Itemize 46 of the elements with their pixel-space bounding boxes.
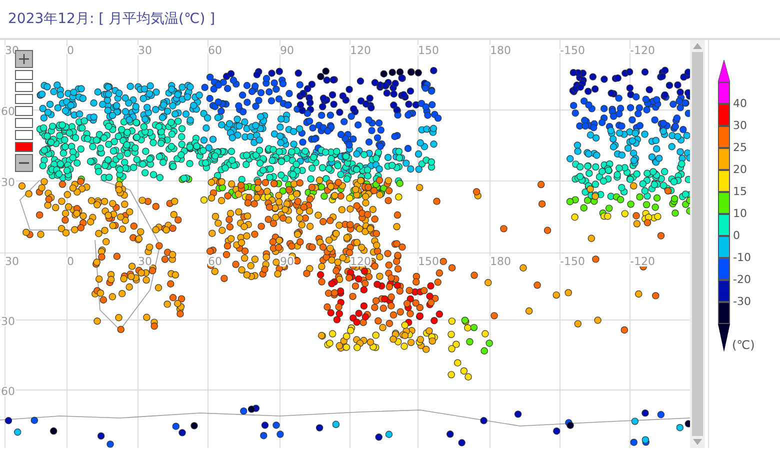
zoom-out-button[interactable] bbox=[15, 154, 33, 172]
longitude-label: -150 bbox=[560, 44, 585, 57]
legend-label: -30 bbox=[733, 295, 751, 308]
longitude-label: 120 bbox=[350, 44, 371, 57]
zoom-level[interactable] bbox=[15, 94, 33, 104]
longitude-label: 150 bbox=[418, 44, 439, 57]
longitude-label: 90 bbox=[280, 44, 294, 57]
legend-unit: (℃) bbox=[732, 338, 755, 352]
legend-label: 20 bbox=[733, 163, 747, 176]
legend-label: 30 bbox=[733, 119, 747, 132]
legend-arrow-icon bbox=[718, 324, 730, 352]
longitude-label: -120 bbox=[630, 44, 655, 57]
legend-label: -10 bbox=[733, 251, 751, 264]
longitude-label: 0 bbox=[67, 255, 74, 268]
zoom-level[interactable] bbox=[15, 82, 33, 92]
zoom-level[interactable] bbox=[15, 70, 33, 80]
minus-icon bbox=[19, 162, 29, 164]
zoom-level[interactable] bbox=[15, 130, 33, 140]
plus-icon bbox=[18, 53, 30, 65]
legend-label: 10 bbox=[733, 207, 747, 220]
down-arrow-icon bbox=[693, 439, 702, 445]
zoom-level[interactable] bbox=[15, 106, 33, 116]
longitude-label: 30 bbox=[5, 255, 19, 268]
longitude-label: 30 bbox=[138, 255, 152, 268]
longitude-label: 30 bbox=[138, 44, 152, 57]
map-title: 2023年12月: [ 月平均気温(℃) ] bbox=[0, 0, 780, 40]
up-arrow-icon bbox=[693, 43, 702, 49]
longitude-label: 180 bbox=[490, 44, 511, 57]
longitude-label: -120 bbox=[630, 255, 655, 268]
scrollbar[interactable] bbox=[690, 40, 705, 448]
legend-label: 15 bbox=[733, 185, 747, 198]
latitude-label: 60 bbox=[1, 385, 15, 398]
zoom-level[interactable] bbox=[15, 118, 33, 128]
legend-label: 40 bbox=[733, 97, 747, 110]
longitude-label: -150 bbox=[560, 255, 585, 268]
longitude-label: 60 bbox=[208, 44, 222, 57]
legend-label: -20 bbox=[733, 273, 751, 286]
scrollbar-thumb[interactable] bbox=[692, 52, 703, 436]
latitude-label: 30 bbox=[1, 315, 15, 328]
legend-label: 0 bbox=[733, 229, 740, 242]
legend-label: 25 bbox=[733, 141, 747, 154]
latitude-label: 30 bbox=[1, 176, 15, 189]
latitude-label: 60 bbox=[1, 105, 15, 118]
longitude-label: 0 bbox=[67, 44, 74, 57]
longitude-label: 180 bbox=[490, 255, 511, 268]
longitude-label: 150 bbox=[418, 255, 439, 268]
